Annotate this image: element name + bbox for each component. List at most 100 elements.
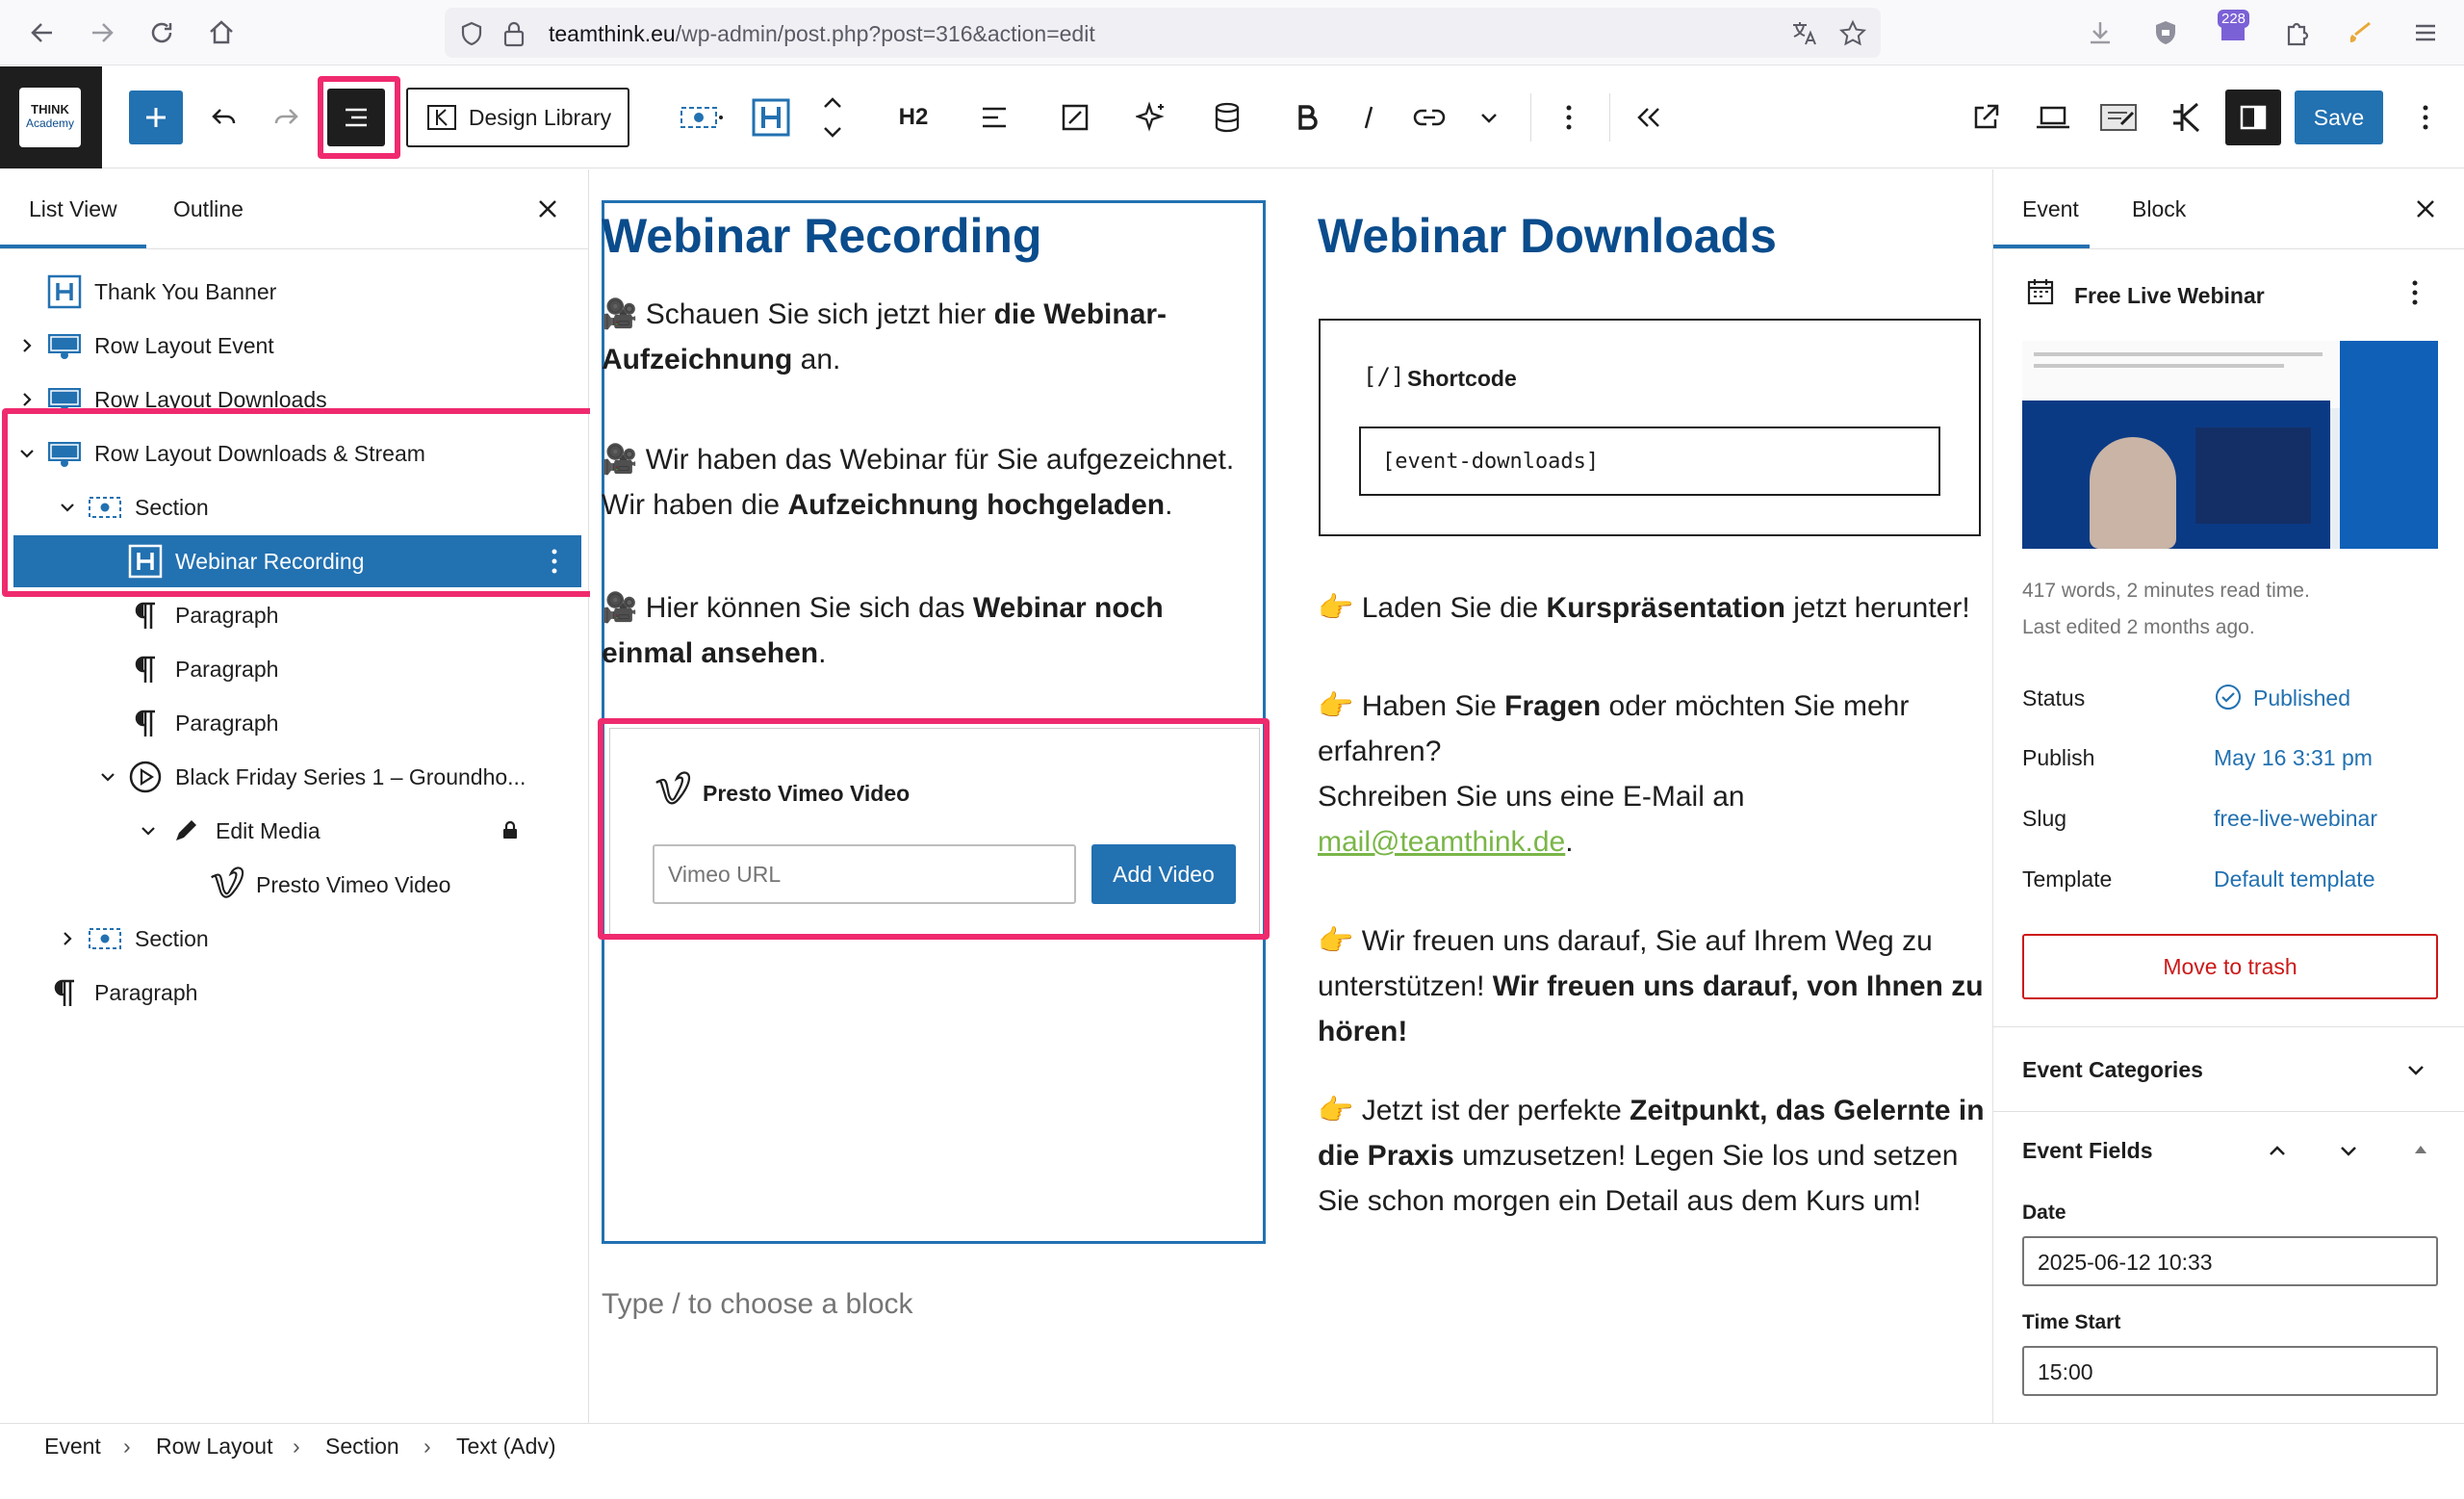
slug-value[interactable]: free-live-webinar (2214, 806, 2377, 832)
email-link[interactable]: mail@teamthink.de (1318, 826, 1565, 858)
list-view-item[interactable]: Presto Vimeo Video (0, 859, 589, 911)
webinar-recording-heading[interactable]: Webinar Recording (602, 208, 1266, 264)
chevron-right-icon[interactable] (58, 929, 77, 948)
ai-sparkle-button[interactable] (1130, 88, 1174, 147)
puzzle-extensions-icon[interactable] (2281, 17, 2312, 48)
publish-date[interactable]: May 16 3:31 pm (2214, 745, 2373, 771)
italic-button[interactable] (1349, 88, 1388, 147)
forward-arrow-icon[interactable] (87, 17, 117, 48)
breadcrumb-section[interactable]: Section (325, 1434, 399, 1460)
chevron-down-icon[interactable] (2336, 1138, 2361, 1163)
paragraph-1[interactable]: 🎥 Schauen Sie sich jetzt hier die Webina… (602, 292, 1256, 382)
chevron-right-icon[interactable] (17, 390, 37, 409)
list-view-item[interactable]: Black Friday Series 1 – Groundho... (0, 751, 589, 803)
document-overview-button[interactable] (327, 89, 385, 146)
list-view-item[interactable]: Paragraph (0, 697, 589, 749)
block-appender-placeholder[interactable]: Type / to choose a block (602, 1288, 913, 1321)
shield-icon[interactable] (458, 20, 485, 47)
reload-icon[interactable] (146, 17, 177, 48)
featured-image[interactable] (2022, 341, 2438, 549)
tab-block[interactable]: Block (2132, 196, 2186, 222)
chevron-down-icon[interactable] (139, 821, 158, 840)
edit-image-button[interactable] (1053, 88, 1097, 147)
url-bar[interactable]: teamthink.eu/wp-admin/post.php?post=316&… (445, 8, 1881, 58)
breadcrumb-row-layout[interactable]: Row Layout (156, 1434, 272, 1460)
list-view-item[interactable]: Webinar Recording (13, 535, 581, 587)
presto-vimeo-block[interactable]: Presto Vimeo Video Add Video (609, 728, 1260, 940)
translate-icon[interactable] (1790, 19, 1819, 48)
more-formats-button[interactable] (1469, 88, 1509, 147)
time-start-input[interactable]: 15:00 (2022, 1346, 2438, 1396)
heading-level-button[interactable]: H2 (889, 88, 937, 147)
settings-sidebar-button[interactable] (2225, 90, 2281, 145)
close-icon[interactable] (535, 196, 560, 221)
template-value[interactable]: Default template (2214, 866, 2374, 892)
tab-outline[interactable]: Outline (173, 196, 244, 222)
list-view-item[interactable]: Thank You Banner (0, 266, 589, 318)
block-options-button[interactable] (1550, 88, 1588, 147)
collapse-toolbar-button[interactable] (1627, 88, 1671, 147)
collapse-triangle-icon[interactable] (2411, 1140, 2430, 1159)
site-logo-button[interactable]: THINK Academy (0, 66, 102, 168)
redo-button[interactable] (264, 88, 308, 147)
list-view-item[interactable]: Row Layout Event (0, 320, 589, 372)
chevron-up-icon[interactable] (2265, 1138, 2290, 1163)
move-up-down-button[interactable] (810, 88, 855, 147)
save-button[interactable]: Save (2295, 90, 2383, 144)
chevron-right-icon[interactable] (17, 336, 37, 355)
tab-list-view[interactable]: List View (29, 196, 117, 222)
download-paragraph-2[interactable]: 👉 Haben Sie Fragen oder möchten Sie mehr… (1318, 684, 1991, 865)
block-type-button[interactable] (666, 88, 735, 147)
list-view-item[interactable]: Paragraph (0, 967, 589, 1019)
options-menu-button[interactable] (2406, 88, 2445, 147)
bold-button[interactable] (1288, 88, 1326, 147)
date-input[interactable]: 2025-06-12 10:33 (2022, 1236, 2438, 1286)
item-options-icon[interactable] (551, 548, 558, 575)
webinar-downloads-heading[interactable]: Webinar Downloads (1318, 208, 1982, 264)
extension-badge-icon[interactable]: 228 (2216, 10, 2250, 48)
preview-button[interactable] (2029, 88, 2077, 147)
chevron-down-icon[interactable] (2403, 1057, 2428, 1082)
download-icon[interactable] (2085, 17, 2116, 48)
brush-extension-icon[interactable] (2345, 17, 2375, 48)
add-block-button[interactable] (129, 90, 183, 144)
tab-event[interactable]: Event (2022, 196, 2079, 222)
status-value[interactable]: Published (2253, 685, 2350, 711)
vimeo-url-input[interactable] (653, 844, 1076, 904)
paragraph-3[interactable]: 🎥 Hier können Sie sich das Webinar noch … (602, 585, 1256, 676)
shortcode-input[interactable]: [event-downloads] (1359, 426, 1940, 496)
shortcode-block[interactable]: [/] Shortcode [event-downloads] (1319, 319, 1981, 536)
list-view-item[interactable]: Edit Media (0, 805, 589, 857)
bookmark-star-icon[interactable] (1838, 19, 1867, 48)
undo-button[interactable] (202, 88, 246, 147)
chevron-down-icon[interactable] (58, 498, 77, 517)
link-button[interactable] (1407, 88, 1451, 147)
extension-shield-icon[interactable] (2150, 17, 2181, 48)
post-options-button[interactable] (2411, 279, 2419, 306)
breadcrumb-event[interactable]: Event (44, 1434, 101, 1460)
list-view-item[interactable]: Section (0, 481, 589, 533)
design-library-button[interactable]: Design Library (406, 88, 629, 147)
event-categories-toggle[interactable]: Event Categories (2022, 1057, 2446, 1083)
heading-block-button[interactable] (749, 88, 793, 147)
kadence-settings-button[interactable] (2164, 88, 2212, 147)
download-paragraph-3[interactable]: 👉 Wir freuen uns darauf, Sie auf Ihrem W… (1318, 918, 1991, 1054)
move-to-trash-button[interactable]: Move to trash (2022, 934, 2438, 999)
notes-button[interactable] (2094, 88, 2143, 147)
list-view-item[interactable]: Paragraph (0, 643, 589, 695)
list-view-item[interactable]: Row Layout Downloads (0, 374, 589, 426)
list-view-item[interactable]: Section (0, 913, 589, 965)
download-paragraph-4[interactable]: 👉 Jetzt ist der perfekte Zeitpunkt, das … (1318, 1088, 1991, 1224)
view-post-button[interactable] (1964, 88, 2008, 147)
chevron-down-icon[interactable] (98, 767, 117, 787)
breadcrumb-text-adv[interactable]: Text (Adv) (456, 1434, 556, 1460)
lock-icon[interactable] (500, 19, 527, 48)
list-view-item[interactable]: Paragraph (0, 589, 589, 641)
add-video-button[interactable]: Add Video (1091, 844, 1236, 904)
close-icon[interactable] (2413, 196, 2438, 221)
chevron-down-icon[interactable] (17, 444, 37, 463)
menu-hamburger-icon[interactable] (2410, 17, 2441, 48)
list-view-item[interactable]: Row Layout Downloads & Stream (0, 427, 589, 479)
paragraph-2[interactable]: 🎥 Wir haben das Webinar für Sie aufgezei… (602, 437, 1256, 528)
align-button[interactable] (972, 88, 1016, 147)
